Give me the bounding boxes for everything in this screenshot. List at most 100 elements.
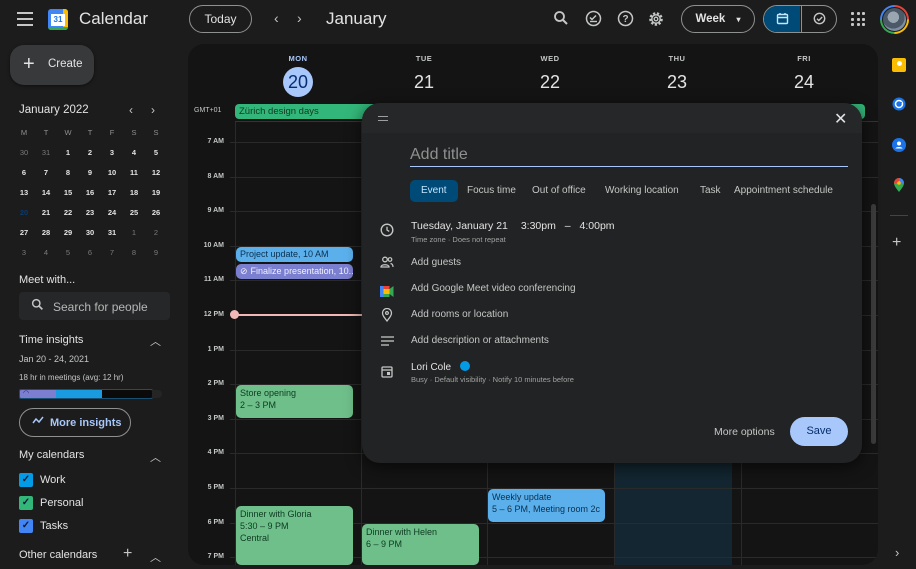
mini-calendar-day[interactable]: 12 — [145, 163, 167, 183]
mini-calendar-day[interactable]: 3 — [101, 143, 123, 163]
search-people-input[interactable]: Search for people — [19, 292, 170, 320]
event-type-tab-event[interactable]: Event — [410, 180, 458, 202]
event-title-input[interactable] — [410, 143, 848, 167]
calendar-event[interactable]: Weekly update5 – 6 PM, Meeting room 2c — [488, 489, 605, 522]
save-button[interactable]: Save — [790, 417, 848, 446]
event-end-time[interactable]: 4:00pm — [580, 220, 615, 232]
mini-calendar-day[interactable]: 6 — [79, 243, 101, 263]
search-icon[interactable] — [552, 10, 570, 28]
event-type-tab-out-of-office[interactable]: Out of office — [532, 180, 586, 202]
event-type-tab-task[interactable]: Task — [700, 180, 721, 202]
event-datetime[interactable]: Tuesday, January 21 3:30pm – 4:00pm — [411, 220, 615, 232]
mini-calendar-day[interactable]: 2 — [145, 223, 167, 243]
day-header-mon[interactable]: MON20 — [235, 54, 361, 97]
mini-calendar-day[interactable]: 18 — [123, 183, 145, 203]
mini-calendar-day[interactable]: 9 — [79, 163, 101, 183]
day-header-thu[interactable]: THU23 — [614, 54, 740, 97]
mini-calendar-day[interactable]: 1 — [123, 223, 145, 243]
tasks-view-toggle[interactable] — [801, 6, 837, 32]
mini-calendar-day[interactable]: 19 — [145, 183, 167, 203]
mini-calendar-next-icon[interactable]: › — [151, 103, 155, 117]
event-type-tab-appointment-schedule[interactable]: Appointment schedule — [734, 180, 833, 202]
day-number[interactable]: 24 — [741, 67, 867, 97]
add-google-meet[interactable]: Add Google Meet video conferencing — [411, 283, 576, 294]
close-icon[interactable]: ✕ — [834, 109, 847, 129]
day-header-wed[interactable]: WED22 — [487, 54, 613, 97]
calendar-logo[interactable]: 31 — [48, 9, 68, 30]
calendar-event[interactable]: Dinner with Gloria5:30 – 9 PMCentral — [236, 506, 353, 565]
checkbox[interactable]: ✓ — [19, 519, 33, 533]
create-button[interactable]: + Create — [10, 45, 94, 85]
mini-calendar-day[interactable]: 15 — [57, 183, 79, 203]
calendar-event[interactable]: Store opening2 – 3 PM — [236, 385, 353, 418]
drag-handle-icon[interactable] — [378, 116, 388, 121]
mini-calendar-day[interactable]: 31 — [101, 223, 123, 243]
mini-calendar-day[interactable]: 11 — [123, 163, 145, 183]
mini-calendar-day[interactable]: 1 — [57, 143, 79, 163]
mini-calendar-prev-icon[interactable]: ‹ — [129, 103, 133, 117]
calendar-color-dot[interactable] — [460, 361, 470, 371]
event-type-tab-working-location[interactable]: Working location — [605, 180, 679, 202]
add-other-calendar-icon[interactable]: + — [123, 545, 132, 563]
event-datetime-sub[interactable]: Time zone · Does not repeat — [411, 235, 506, 244]
time-insights-collapse-icon[interactable]: ︿ — [150, 333, 161, 349]
tasks-icon[interactable] — [892, 97, 906, 111]
mini-calendar-day[interactable]: 28 — [35, 223, 57, 243]
mini-calendar-day[interactable]: 20 — [13, 203, 35, 223]
mini-calendar-day[interactable]: 14 — [35, 183, 57, 203]
mini-calendar-day[interactable]: 22 — [57, 203, 79, 223]
mini-calendar-day[interactable]: 17 — [101, 183, 123, 203]
get-addons-icon[interactable]: + — [892, 234, 901, 252]
mini-calendar-day[interactable]: 13 — [13, 183, 35, 203]
mini-calendar-day[interactable]: 6 — [13, 163, 35, 183]
event-date[interactable]: Tuesday, January 21 — [411, 220, 508, 232]
apps-grid-icon[interactable] — [851, 12, 865, 26]
mini-calendar-day[interactable]: 27 — [13, 223, 35, 243]
day-number[interactable]: 20 — [235, 67, 361, 97]
add-location[interactable]: Add rooms or location — [411, 309, 508, 320]
more-insights-button[interactable]: More insights — [19, 408, 131, 437]
week-view-scrollbar[interactable] — [871, 204, 876, 444]
support-tasks-icon[interactable] — [584, 10, 602, 28]
keep-icon[interactable] — [892, 58, 906, 72]
mini-calendar-day[interactable]: 5 — [145, 143, 167, 163]
view-select-dropdown[interactable]: Week ▾ — [681, 5, 755, 33]
contacts-icon[interactable] — [892, 138, 906, 152]
mini-calendar-day[interactable]: 5 — [57, 243, 79, 263]
day-header-tue[interactable]: TUE21 — [361, 54, 487, 97]
mini-calendar-day[interactable]: 25 — [123, 203, 145, 223]
more-options-button[interactable]: More options — [714, 426, 775, 438]
today-button[interactable]: Today — [189, 5, 252, 33]
calendar-owner[interactable]: Lori Cole — [411, 361, 470, 373]
mini-calendar-day[interactable]: 23 — [79, 203, 101, 223]
event-start-time[interactable]: 3:30pm — [521, 220, 556, 232]
mini-calendar-day[interactable]: 4 — [35, 243, 57, 263]
checkbox[interactable]: ✓ — [19, 473, 33, 487]
mini-calendar-day[interactable]: 26 — [145, 203, 167, 223]
settings-icon[interactable] — [647, 10, 665, 28]
mini-calendar-day[interactable]: 29 — [57, 223, 79, 243]
mini-calendar-day[interactable]: 10 — [101, 163, 123, 183]
mini-calendar-day[interactable]: 21 — [35, 203, 57, 223]
previous-week-icon[interactable]: ‹ — [274, 10, 279, 26]
mini-calendar-day[interactable]: 8 — [57, 163, 79, 183]
calendar-event[interactable]: Project update, 10 AM — [236, 247, 353, 262]
maps-icon[interactable] — [892, 177, 906, 191]
mini-calendar-day[interactable]: 8 — [123, 243, 145, 263]
mini-calendar-day[interactable]: 7 — [101, 243, 123, 263]
calendar-view-toggle[interactable] — [764, 6, 800, 32]
mini-calendar-day[interactable]: 24 — [101, 203, 123, 223]
mini-calendar-day[interactable]: 16 — [79, 183, 101, 203]
add-description[interactable]: Add description or attachments — [411, 335, 549, 346]
mini-calendar-day[interactable]: 4 — [123, 143, 145, 163]
day-number[interactable]: 21 — [361, 67, 487, 97]
mini-calendar-day[interactable]: 31 — [35, 143, 57, 163]
checkbox[interactable]: ✓ — [19, 496, 33, 510]
mini-calendar-day[interactable]: 2 — [79, 143, 101, 163]
my-calendars-collapse-icon[interactable]: ︿ — [150, 449, 161, 465]
day-number[interactable]: 22 — [487, 67, 613, 97]
account-avatar[interactable] — [880, 5, 909, 34]
event-type-tab-focus-time[interactable]: Focus time — [467, 180, 516, 202]
day-number[interactable]: 23 — [614, 67, 740, 97]
next-week-icon[interactable]: › — [297, 10, 302, 26]
